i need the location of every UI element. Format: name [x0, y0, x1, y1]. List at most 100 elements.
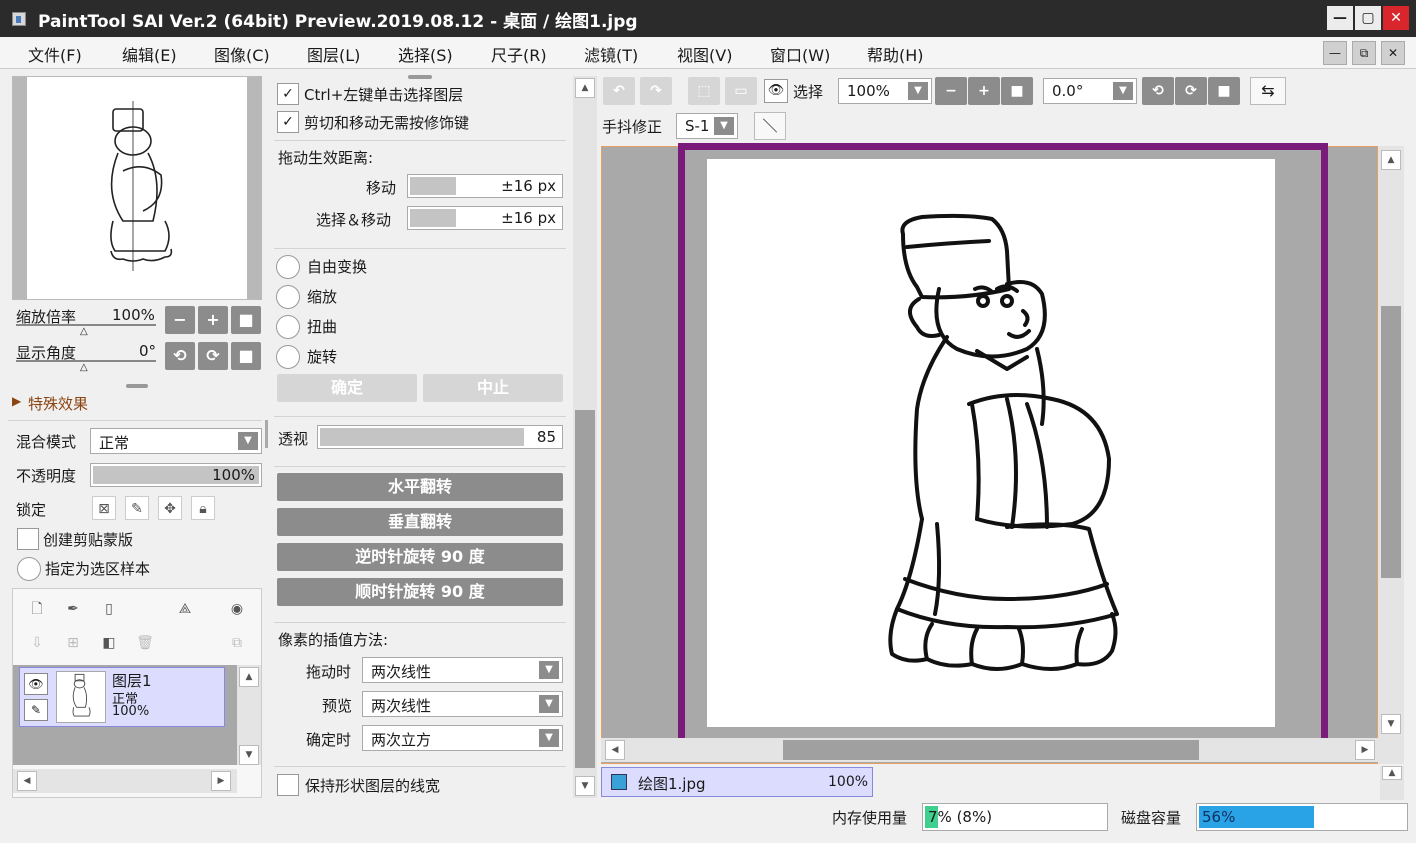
menu-ruler[interactable]: 尺子(R) [491, 42, 547, 66]
scroll-up-arrow[interactable]: ▲ [239, 667, 259, 687]
menu-image[interactable]: 图像(C) [214, 42, 270, 66]
scroll-right-arrow[interactable]: ▶ [1355, 740, 1375, 760]
canvas-vscrollbar[interactable]: ▲ ▼ [1378, 146, 1404, 764]
canvas-rotate-ccw-button[interactable]: ⟲ [1142, 77, 1174, 105]
angle-select[interactable]: 0.0° ▼ [1043, 78, 1137, 104]
panel-splitter[interactable] [126, 384, 148, 388]
clear-layer-icon[interactable]: ◧ [97, 631, 121, 655]
menu-select[interactable]: 选择(S) [398, 42, 453, 66]
navigator-preview[interactable] [12, 76, 262, 300]
deselect-button[interactable]: ⬚ [688, 77, 720, 105]
transfer-down-icon[interactable]: ⊞ [61, 631, 85, 655]
zoom-out-button[interactable]: − [165, 306, 195, 334]
ctrl-click-checkbox[interactable]: ✓ [277, 83, 299, 105]
eye-icon[interactable]: 👁︎ [24, 673, 48, 695]
layer-link-icon[interactable]: ⧉ [225, 631, 249, 655]
layer-mask-icon[interactable]: ⟁ [173, 597, 197, 621]
mode-distort-radio[interactable] [276, 315, 300, 339]
rotate-reset-button[interactable]: ■ [231, 342, 261, 370]
maximize-button[interactable]: ▢ [1355, 6, 1381, 30]
zoom-in-button[interactable]: + [198, 306, 228, 334]
canvas-viewport[interactable] [601, 143, 1378, 764]
mode-free-transform-radio[interactable] [276, 255, 300, 279]
layer-option-icon[interactable]: ◉ [225, 597, 249, 621]
canvas-zoom-out-button[interactable]: − [935, 77, 967, 105]
preview-interp-select[interactable]: 两次线性 ▼ [362, 691, 563, 717]
scroll-thumb[interactable] [1381, 306, 1401, 578]
scroll-up-arrow[interactable]: ▲ [1381, 150, 1401, 170]
scroll-up-arrow[interactable]: ▲ [575, 78, 595, 98]
mode-rotate-radio[interactable] [276, 345, 300, 369]
select-move-slider[interactable]: ±16 px [407, 206, 563, 230]
rotate-ccw-button[interactable]: ⟲ [165, 342, 195, 370]
rotate-ccw-90-button[interactable]: 逆时针旋转 90 度 [277, 543, 563, 571]
pencil-icon[interactable]: ✎ [24, 699, 48, 721]
clip-mask-checkbox[interactable] [17, 528, 39, 550]
rotate-cw-button[interactable]: ⟳ [198, 342, 228, 370]
confirm-button[interactable]: 确定 [277, 374, 417, 402]
layer-list-scrollbar[interactable]: ▲ ▼ [237, 665, 261, 765]
panel-grip[interactable] [408, 75, 432, 79]
move-distance-slider[interactable]: ±16 px [407, 174, 563, 198]
mdi-restore-button[interactable]: ⧉ [1352, 41, 1376, 65]
expand-triangle-icon[interactable]: ▶ [12, 394, 21, 408]
redo-button[interactable]: ↷ [640, 77, 672, 105]
delete-layer-icon[interactable]: 🗑︎ [133, 631, 157, 655]
undo-button[interactable]: ↶ [603, 77, 635, 105]
zoom-slider-thumb[interactable]: △ [80, 326, 88, 337]
angle-slider-thumb[interactable]: △ [80, 362, 88, 373]
layer-list-hscrollbar[interactable]: ◀ ▶ [13, 769, 237, 793]
rotate-cw-90-button[interactable]: 顺时针旋转 90 度 [277, 578, 563, 606]
layer-row[interactable]: 👁︎ ✎ 图层1 正常 100% [19, 667, 225, 727]
canvas-rotate-cw-button[interactable]: ⟳ [1175, 77, 1207, 105]
canvas-rotate-reset-button[interactable]: ■ [1208, 77, 1240, 105]
new-folder-icon[interactable]: ▯ [97, 597, 121, 621]
confirm-interp-select[interactable]: 两次立方 ▼ [362, 725, 563, 751]
menu-window[interactable]: 窗口(W) [770, 42, 830, 66]
scroll-left-arrow[interactable]: ◀ [605, 740, 625, 760]
lock-all-icon[interactable]: 🔒︎ [191, 496, 215, 520]
mode-scale-radio[interactable] [276, 285, 300, 309]
no-modifier-checkbox[interactable]: ✓ [277, 111, 299, 133]
opacity-slider[interactable]: 100% [90, 463, 262, 487]
zoom-reset-button[interactable]: ■ [231, 306, 261, 334]
menu-layer[interactable]: 图层(L) [307, 42, 360, 66]
document-tab[interactable]: 绘图1.jpg 100% [601, 767, 873, 797]
eye-icon[interactable]: 👁︎ [764, 79, 788, 103]
transform-panel-scrollbar[interactable]: ▲ ▼ [573, 76, 597, 798]
lock-transparency-icon[interactable]: ⊠ [92, 496, 116, 520]
scroll-right-arrow[interactable]: ▶ [211, 771, 231, 791]
canvas-zoom-reset-button[interactable]: ■ [1001, 77, 1033, 105]
invert-selection-button[interactable]: ▭ [725, 77, 757, 105]
menu-edit[interactable]: 编辑(E) [122, 42, 177, 66]
left-splitter[interactable] [265, 420, 268, 448]
flip-view-button[interactable]: ⇆ [1250, 77, 1286, 105]
scroll-down-arrow[interactable]: ▼ [239, 745, 259, 765]
effects-label[interactable]: 特殊效果 [28, 393, 88, 414]
abort-button[interactable]: 中止 [423, 374, 563, 402]
drag-interp-select[interactable]: 两次线性 ▼ [362, 657, 563, 683]
stabilizer-select[interactable]: S-1 ▼ [676, 113, 738, 139]
zoom-select[interactable]: 100% ▼ [838, 78, 932, 104]
canvas-image[interactable] [707, 159, 1275, 727]
scroll-down-arrow[interactable]: ▼ [575, 776, 595, 796]
lock-move-icon[interactable]: ✥ [158, 496, 182, 520]
menu-file[interactable]: 文件(F) [28, 42, 82, 66]
selection-sample-checkbox[interactable] [17, 557, 41, 581]
perspective-slider[interactable]: 85 [317, 425, 563, 449]
scroll-down-arrow[interactable]: ▼ [1381, 714, 1401, 734]
menu-help[interactable]: 帮助(H) [867, 42, 924, 66]
menu-filter[interactable]: 滤镜(T) [584, 42, 638, 66]
mdi-close-button[interactable]: ✕ [1381, 41, 1405, 65]
straight-line-button[interactable]: ＼ [754, 112, 786, 140]
close-button[interactable]: ✕ [1383, 6, 1409, 30]
canvas-hscrollbar[interactable]: ◀ ▶ [601, 738, 1378, 762]
flip-vertical-button[interactable]: 垂直翻转 [277, 508, 563, 536]
new-layer-icon[interactable]: 🗋 [25, 597, 49, 621]
minimize-button[interactable]: — [1327, 6, 1353, 30]
scroll-left-arrow[interactable]: ◀ [17, 771, 37, 791]
keep-stroke-checkbox[interactable] [277, 774, 299, 796]
new-vector-layer-icon[interactable]: ✒ [61, 597, 85, 621]
lock-draw-icon[interactable]: ✎ [125, 496, 149, 520]
mdi-minimize-button[interactable]: — [1323, 41, 1347, 65]
